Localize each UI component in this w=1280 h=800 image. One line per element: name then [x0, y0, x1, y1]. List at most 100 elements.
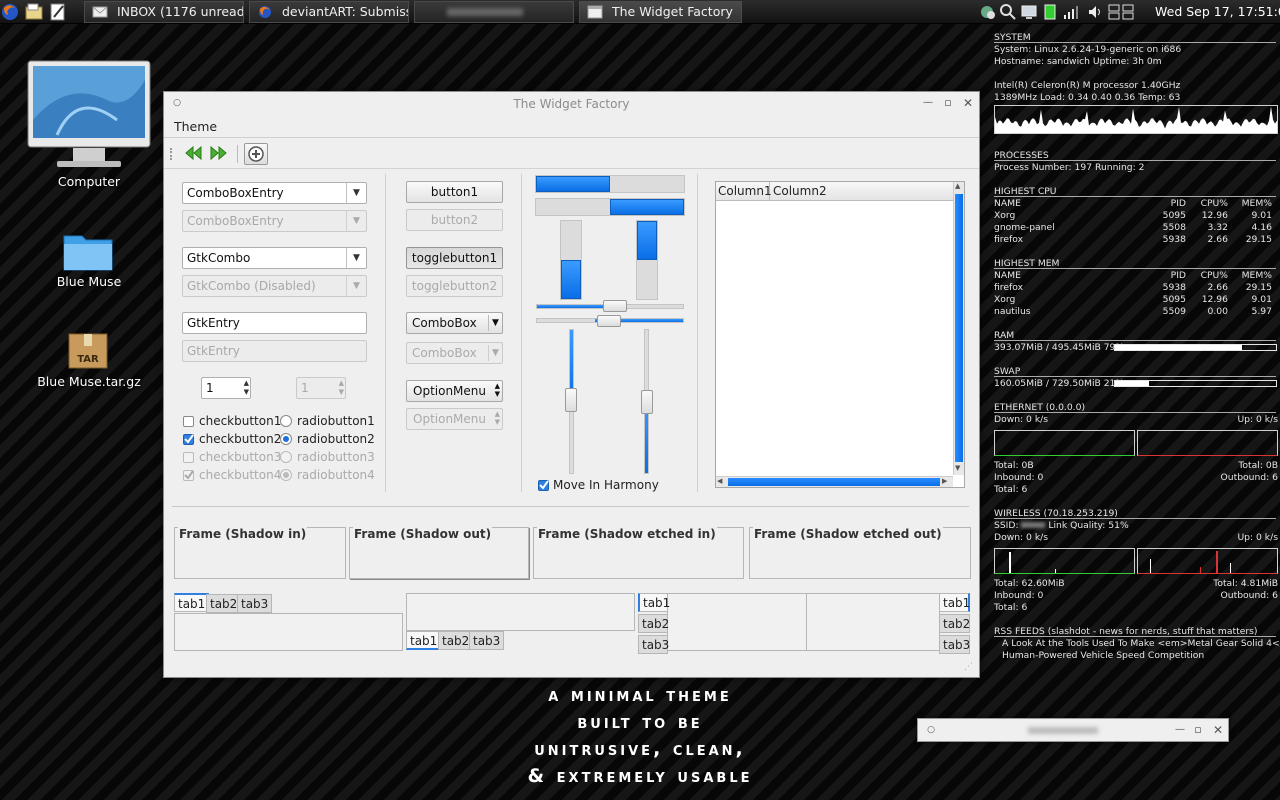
firefox-launcher-icon[interactable]: [0, 2, 20, 22]
frame-label: Frame (Shadow etched in): [537, 527, 717, 541]
task-label: deviantART: Submiss...: [282, 4, 408, 19]
gtk-combo-disabled: GtkCombo (Disabled) ▼: [182, 275, 367, 297]
vscale-2[interactable]: [641, 329, 653, 474]
checkbutton1-box[interactable]: [183, 416, 194, 427]
scale-handle[interactable]: [641, 390, 653, 414]
scroll-down-icon[interactable]: ▼: [955, 464, 960, 472]
volume-icon[interactable]: [1087, 4, 1103, 20]
hscale-2[interactable]: [536, 315, 684, 327]
checkbutton2-label[interactable]: checkbutton2: [199, 432, 281, 446]
spin-button[interactable]: 1 ▲ ▼: [201, 377, 251, 399]
combobox[interactable]: ComboBox ▼: [406, 312, 503, 334]
blurred-title: [1028, 727, 1098, 734]
radiobutton1-label[interactable]: radiobutton1: [297, 414, 375, 428]
notebook-top-tab1[interactable]: tab1: [174, 593, 210, 612]
folder-icon[interactable]: [62, 230, 114, 272]
workspace-switcher[interactable]: [1108, 4, 1138, 20]
vertical-scrollbar[interactable]: ▲ ▼: [953, 182, 964, 475]
scale-handle[interactable]: [603, 300, 627, 312]
swap-bar-fill: [1115, 381, 1149, 386]
scale-handle[interactable]: [597, 315, 621, 327]
move-in-harmony-box[interactable]: [538, 480, 549, 491]
notebook-right-tab1[interactable]: tab1: [939, 593, 970, 612]
archive-icon[interactable]: TAR: [67, 330, 109, 370]
notebook-right-tab2[interactable]: tab2: [939, 614, 970, 633]
vscale-1[interactable]: [565, 329, 577, 474]
clock[interactable]: Wed Sep 17, 17:51:07: [1155, 0, 1280, 24]
spin-arrows-icon[interactable]: ▲ ▼: [244, 379, 249, 397]
task-blurred[interactable]: [414, 1, 574, 23]
table-cell: nautilus: [994, 306, 1031, 317]
close-icon[interactable]: ✕: [962, 97, 974, 109]
scale-handle[interactable]: [565, 388, 577, 412]
table-cell: 5508: [1162, 222, 1186, 233]
window-titlebar[interactable]: ○ The Widget Factory — ▫ ✕: [164, 92, 979, 116]
task-deviantart[interactable]: deviantART: Submiss...: [249, 1, 409, 23]
radiobutton2-circle[interactable]: [280, 433, 292, 445]
menu-theme[interactable]: Theme: [174, 119, 217, 134]
combobox-entry[interactable]: ComboBoxEntry ▼: [182, 182, 367, 204]
window-menu-icon[interactable]: ○: [171, 97, 183, 109]
add-button[interactable]: [244, 143, 268, 165]
eth-inbound: Inbound: 0: [994, 472, 1044, 483]
scrollbar-thumb[interactable]: [955, 194, 963, 462]
checkbutton2-box[interactable]: [183, 434, 194, 445]
close-icon[interactable]: ✕: [1212, 724, 1224, 736]
horizontal-scrollbar[interactable]: ◀ ▶: [716, 476, 953, 487]
togglebutton1[interactable]: togglebutton1: [406, 247, 503, 269]
task-label: INBOX (1176 unread,...: [117, 4, 244, 19]
back-icon[interactable]: [184, 145, 202, 165]
minimize-icon[interactable]: —: [1174, 724, 1186, 736]
notebook-left-tab3[interactable]: tab3: [638, 635, 669, 654]
column2-header[interactable]: Column2: [771, 182, 827, 200]
notebook-bottom-tab3[interactable]: tab3: [469, 631, 505, 650]
scroll-left-icon[interactable]: ◀: [717, 477, 722, 485]
chevron-down-icon[interactable]: ▼: [346, 183, 366, 203]
signal-strength-icon[interactable]: [1063, 4, 1079, 20]
move-in-harmony-label[interactable]: Move In Harmony: [553, 478, 659, 492]
notebook-bottom-tab1[interactable]: tab1: [406, 631, 442, 650]
toolbar-grip[interactable]: [170, 148, 173, 160]
minimized-window[interactable]: ○ — ▫ ✕: [917, 718, 1229, 742]
scrollbar-thumb[interactable]: [728, 478, 940, 486]
maximize-icon[interactable]: ▫: [1192, 724, 1204, 736]
text-editor-launcher-icon[interactable]: [48, 2, 68, 22]
option-menu[interactable]: OptionMenu ▲ ▼: [406, 380, 503, 402]
scroll-right-icon[interactable]: ▶: [942, 477, 947, 485]
notebook-top-tab3[interactable]: tab3: [237, 594, 273, 613]
notebook-left-tab2[interactable]: tab2: [638, 614, 669, 633]
window-menu-icon[interactable]: ○: [925, 724, 937, 736]
tree-view[interactable]: Column1 Column2 ▲ ▼ ◀ ▶: [715, 181, 965, 488]
forward-icon[interactable]: [210, 145, 228, 165]
search-icon[interactable]: [1000, 4, 1016, 20]
minimize-icon[interactable]: —: [922, 97, 934, 109]
column-separator: [385, 174, 386, 492]
checkbutton1-label[interactable]: checkbutton1: [199, 414, 281, 428]
gtk-combo[interactable]: GtkCombo ▼: [182, 247, 367, 269]
button1[interactable]: button1: [406, 181, 503, 203]
task-widget-factory[interactable]: The Widget Factory: [579, 1, 742, 23]
battery-icon[interactable]: [1042, 4, 1058, 20]
notebook-left-tab1[interactable]: tab1: [638, 593, 670, 612]
radiobutton1-circle[interactable]: [280, 415, 292, 427]
computer-desktop-icon[interactable]: [27, 60, 151, 170]
radiobutton2-label[interactable]: radiobutton2: [297, 432, 375, 446]
checkbutton4-box: [183, 470, 194, 481]
notebook-right-tab3[interactable]: tab3: [939, 635, 970, 654]
column1-header[interactable]: Column1: [716, 182, 772, 201]
hscale-1[interactable]: [536, 300, 684, 312]
window-icon: [587, 5, 603, 19]
frame-label: Frame (Shadow out): [353, 527, 493, 541]
resize-grip-icon[interactable]: ⋰: [964, 662, 976, 674]
monitor-icon[interactable]: [1021, 4, 1037, 20]
divider: [994, 636, 1276, 637]
gtk-entry[interactable]: GtkEntry: [182, 312, 367, 334]
scroll-up-icon[interactable]: ▲: [955, 182, 960, 190]
task-inbox[interactable]: INBOX (1176 unread,...: [84, 1, 244, 23]
chevron-down-icon[interactable]: ▼: [346, 248, 366, 268]
highest-mem-table: NAME PID CPU% MEM% firefox 5938 2.66 29.15 Xorg 5…: [990, 270, 1280, 318]
table-cell: 9.01: [1251, 210, 1272, 221]
folder-launcher-icon[interactable]: [24, 2, 44, 22]
network-status-icon[interactable]: [980, 4, 996, 20]
maximize-icon[interactable]: ▫: [942, 97, 954, 109]
